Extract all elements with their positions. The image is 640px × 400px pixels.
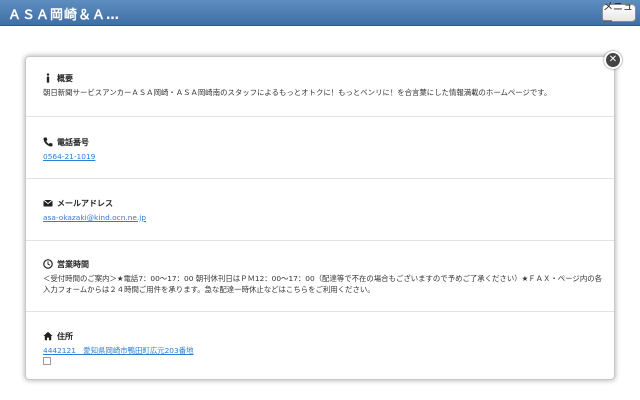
section-address: 住所 4442121 愛知県岡崎市鴨田町広元203番地 bbox=[26, 330, 614, 365]
email-link[interactable]: asa-okazaki@kind.ocn.ne.jp bbox=[43, 213, 146, 222]
broken-image-icon bbox=[43, 357, 51, 365]
clock-icon bbox=[43, 259, 53, 269]
divider bbox=[26, 240, 614, 241]
divider bbox=[26, 311, 614, 312]
address-heading: 住所 bbox=[57, 331, 73, 341]
phone-heading-row: 電話番号 bbox=[43, 136, 614, 148]
menu-button[interactable]: メニュー bbox=[602, 2, 636, 28]
overview-heading-row: 概要 bbox=[43, 72, 614, 84]
email-heading: メールアドレス bbox=[57, 198, 113, 208]
section-hours: 営業時間 ＜受付時間のご案内＞★電話7：00〜17：00 朝刊休刊日はＰＭ12：… bbox=[26, 258, 614, 295]
divider bbox=[26, 178, 614, 179]
info-icon bbox=[43, 73, 53, 83]
phone-heading: 電話番号 bbox=[57, 137, 89, 147]
address-link[interactable]: 4442121 愛知県岡崎市鴨田町広元203番地 bbox=[43, 346, 194, 355]
phone-icon bbox=[43, 137, 53, 147]
section-overview: 概要 朝日新聞サービスアンカーＡＳＡ岡崎・ＡＳＡ岡崎南のスタッフによるもっとオト… bbox=[26, 72, 614, 98]
address-heading-row: 住所 bbox=[43, 330, 614, 342]
divider bbox=[26, 116, 614, 117]
page-title: ＡＳＡ岡崎＆Ａ… bbox=[8, 8, 121, 23]
app-header: ＡＳＡ岡崎＆Ａ… メニュー bbox=[0, 0, 640, 28]
hours-text: ＜受付時間のご案内＞★電話7：00〜17：00 朝刊休刊日はＰＭ12：00〜17… bbox=[43, 274, 602, 294]
section-email: メールアドレス asa-okazaki@kind.ocn.ne.jp bbox=[26, 197, 614, 223]
hours-heading-row: 営業時間 bbox=[43, 258, 614, 270]
section-phone: 電話番号 0564-21-1019 bbox=[26, 136, 614, 162]
overview-text: 朝日新聞サービスアンカーＡＳＡ岡崎・ＡＳＡ岡崎南のスタッフによるもっとオトクに！… bbox=[43, 88, 552, 97]
close-icon[interactable]: ✕ bbox=[604, 51, 622, 69]
overview-heading: 概要 bbox=[57, 73, 73, 83]
email-heading-row: メールアドレス bbox=[43, 197, 614, 209]
envelope-icon bbox=[43, 198, 53, 208]
phone-link[interactable]: 0564-21-1019 bbox=[43, 152, 95, 161]
home-icon bbox=[43, 331, 53, 341]
hours-heading: 営業時間 bbox=[57, 259, 89, 269]
